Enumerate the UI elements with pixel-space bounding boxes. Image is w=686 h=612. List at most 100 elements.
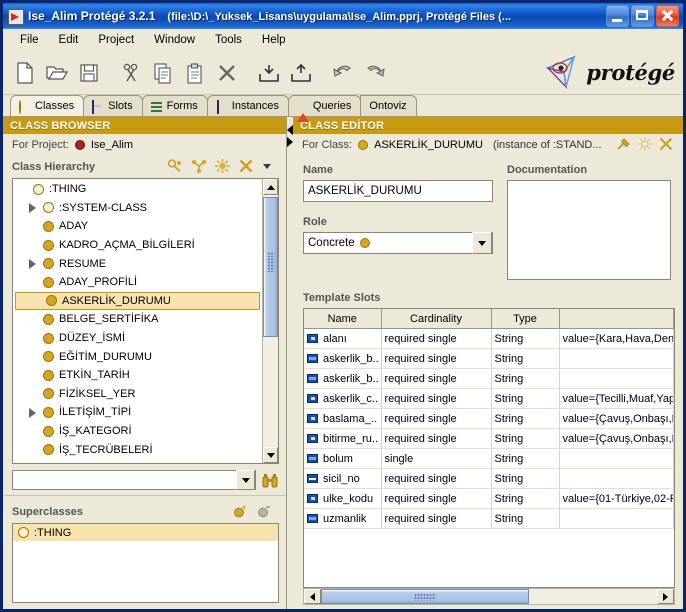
close-button[interactable] — [656, 5, 679, 27]
tab-slots[interactable]: Slots — [83, 95, 143, 116]
slot-other-cell[interactable] — [559, 348, 674, 369]
redo-icon[interactable] — [359, 57, 391, 89]
class-tree-item[interactable]: ADAY_PROFİLİ — [13, 273, 262, 292]
slot-type-cell[interactable]: String — [491, 448, 560, 469]
pane-divider[interactable] — [287, 117, 293, 609]
slot-type-cell[interactable]: String — [491, 488, 560, 509]
hscroll-left-button[interactable] — [304, 589, 321, 604]
slot-type-cell[interactable]: String — [491, 328, 560, 349]
slot-name-cell[interactable]: bitirme_ru... — [304, 428, 382, 449]
table-row[interactable]: bitirme_ru... required single String value=… — [304, 428, 674, 449]
open-project-icon[interactable] — [41, 57, 73, 89]
tab-classes[interactable]: Classes — [10, 95, 85, 116]
slot-type-cell[interactable]: String — [491, 508, 560, 529]
column-header-cardinality[interactable]: Cardinality — [381, 309, 492, 329]
slot-other-cell[interactable] — [559, 508, 674, 529]
slot-other-cell[interactable]: value={01-Türkiye,02-Pakis — [559, 488, 674, 509]
subclass-icon[interactable] — [191, 159, 207, 176]
slot-other-cell[interactable]: value={Kara,Hava,Deniz,Ja — [559, 328, 674, 349]
column-header-name[interactable]: Name — [304, 309, 382, 329]
expand-arrow-icon[interactable] — [27, 258, 38, 270]
menu-project[interactable]: Project — [89, 32, 143, 48]
slot-cardinality-cell[interactable]: required single — [381, 488, 492, 509]
slot-type-cell[interactable]: String — [491, 368, 560, 389]
class-tree-rows[interactable]: :THING:SYSTEM-CLASS ADAY KADRO_AÇMA_BİLGİL… — [13, 179, 262, 463]
scroll-down-button[interactable] — [263, 447, 278, 463]
save-project-icon[interactable] — [73, 57, 105, 89]
table-row[interactable]: alanı required single String value={Kara,Ha… — [304, 328, 674, 349]
archive-out-icon[interactable] — [285, 57, 317, 89]
constraint-icon[interactable] — [616, 137, 631, 154]
collapse-right-arrow-icon[interactable] — [287, 137, 293, 147]
vscroll-track[interactable] — [263, 195, 278, 447]
tab-instances[interactable]: Instances — [206, 95, 289, 116]
role-select[interactable]: Concrete — [303, 232, 493, 254]
tab-ontoviz[interactable]: Ontoviz — [360, 95, 417, 116]
class-tree-item[interactable]: BELGE_SERTİFİKA — [13, 310, 262, 329]
menu-tools[interactable]: Tools — [206, 32, 251, 48]
expand-arrow-icon[interactable] — [27, 202, 38, 214]
slot-other-cell[interactable]: value={Tecilli,Muaf,Yaptı} d — [559, 388, 674, 409]
copy-icon[interactable] — [147, 57, 179, 89]
more-options-icon[interactable] — [262, 161, 272, 173]
slot-name-cell[interactable]: baslama_... — [304, 408, 382, 429]
slot-other-cell[interactable] — [559, 368, 674, 389]
archive-in-icon[interactable] — [253, 57, 285, 89]
class-tree-item[interactable]: FİZİKSEL_YER — [13, 385, 262, 404]
class-tree-item[interactable]: EĞİTİM_DURUMU — [13, 347, 262, 366]
remove-superclass-icon[interactable] — [257, 504, 272, 521]
create-class-icon[interactable] — [215, 158, 230, 176]
slot-type-cell[interactable]: String — [491, 428, 560, 449]
superclasses-list[interactable]: :THING — [12, 523, 279, 603]
slot-name-cell[interactable]: alanı — [304, 328, 382, 349]
cut-icon[interactable] — [115, 57, 147, 89]
minimize-button[interactable] — [606, 5, 629, 27]
expand-arrow-icon[interactable] — [27, 407, 38, 418]
class-search-combo[interactable] — [12, 470, 256, 490]
table-row[interactable]: askerlik_c... required single String value=… — [304, 388, 674, 409]
table-row[interactable]: uzmanlik required single String — [304, 508, 674, 529]
class-tree-item[interactable]: KADRO_AÇMA_BİLGİLERİ — [13, 236, 262, 255]
name-input[interactable]: ASKERLİK_DURUMU — [303, 180, 493, 202]
slot-type-cell[interactable]: String — [491, 468, 560, 489]
tab-queries[interactable]: Queries — [287, 95, 362, 122]
slot-name-cell[interactable]: askerlik_c... — [304, 388, 382, 409]
undo-icon[interactable] — [327, 57, 359, 89]
slot-name-cell[interactable]: ulke_kodu — [304, 488, 382, 509]
table-row[interactable]: baslama_... required single String value={Ç… — [304, 408, 674, 429]
chevron-down-icon[interactable] — [236, 470, 255, 490]
slot-cardinality-cell[interactable]: required single — [381, 328, 492, 349]
slots-hscrollbar[interactable] — [303, 588, 675, 605]
slot-type-cell[interactable]: String — [491, 408, 560, 429]
slot-cardinality-cell[interactable]: required single — [381, 348, 492, 369]
class-tree-vscrollbar[interactable] — [262, 179, 278, 463]
slot-cardinality-cell[interactable]: required single — [381, 408, 492, 429]
menu-file[interactable]: File — [11, 32, 48, 48]
add-superclass-icon[interactable] — [233, 504, 248, 521]
table-row[interactable]: askerlik_b... required single String — [304, 368, 674, 389]
slot-cardinality-cell[interactable]: required single — [381, 508, 492, 529]
menu-help[interactable]: Help — [253, 32, 295, 48]
class-tree-item[interactable]: İŞ_KATEGORİ — [13, 422, 262, 441]
slot-other-cell[interactable] — [559, 448, 674, 469]
paste-icon[interactable] — [179, 57, 211, 89]
menu-window[interactable]: Window — [145, 32, 204, 48]
class-tree-item[interactable]: DÜZEY_İSMİ — [13, 329, 262, 348]
slot-name-cell[interactable]: sicil_no — [304, 468, 382, 489]
close-icon[interactable] — [659, 137, 673, 154]
collapse-left-arrow-icon[interactable] — [287, 125, 293, 135]
binoculars-icon[interactable] — [261, 471, 279, 489]
find-class-icon[interactable] — [167, 158, 182, 176]
class-tree-item[interactable]: ETKİN_TARİH — [13, 366, 262, 385]
chevron-down-icon[interactable] — [472, 232, 492, 254]
hscroll-thumb[interactable] — [321, 589, 530, 604]
delete-class-icon[interactable] — [239, 159, 253, 176]
class-tree-item-selected[interactable]: ASKERLİK_DURUMU — [15, 291, 260, 311]
hscroll-track[interactable] — [321, 589, 657, 604]
slot-name-cell[interactable]: uzmanlik — [304, 508, 382, 529]
table-row[interactable]: bolum single String — [304, 448, 674, 469]
menu-edit[interactable]: Edit — [50, 32, 88, 48]
column-header-type[interactable]: Type — [491, 309, 560, 329]
slot-other-cell[interactable] — [559, 468, 674, 489]
class-tree-item[interactable]: :THING — [13, 180, 262, 199]
